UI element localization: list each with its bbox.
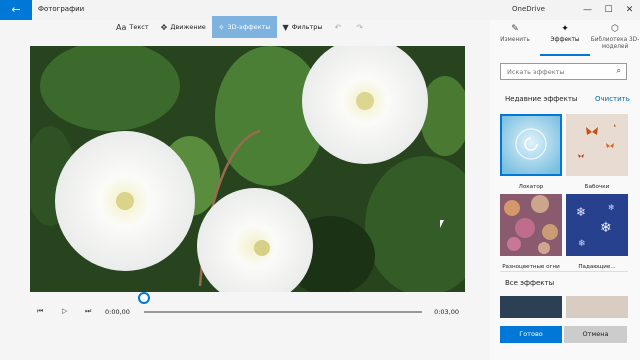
tab-edit[interactable]: ✎ Изменить	[490, 20, 540, 56]
timeline-scrubber[interactable]	[138, 292, 150, 304]
tab-3d-library-label: Библиотека 3D-моделей	[590, 37, 640, 50]
onedrive-title: OneDrive	[512, 5, 545, 13]
svg-text:❄: ❄	[608, 203, 615, 212]
effects-search-input[interactable]: Искать эффекты ⌕	[500, 63, 627, 80]
svg-text:❄: ❄	[576, 205, 586, 219]
text-button-label: Текст	[129, 23, 149, 31]
timeline-track[interactable]	[144, 311, 422, 313]
svg-text:❄: ❄	[578, 239, 586, 249]
all-effects-heading: Все эффекты	[505, 279, 555, 287]
tab-edit-label: Изменить	[500, 37, 530, 43]
effect-tile-locator[interactable]: Локатор	[500, 114, 562, 190]
text-button[interactable]: Aa Текст	[110, 16, 155, 38]
cancel-button[interactable]: Отмена	[564, 326, 627, 343]
effect-label: Локатор	[518, 184, 544, 190]
clear-recent-link[interactable]: Очистить	[595, 95, 630, 103]
pencil-icon: ✎	[511, 24, 519, 34]
recent-effects-heading: Недавние эффекты	[505, 95, 578, 103]
filters-button-label: Фильтры	[291, 23, 323, 31]
back-button[interactable]: ←	[0, 0, 32, 20]
playback-bar: ⏮ ▷ ⏭ 0:00,00 0:03,00	[30, 292, 465, 324]
panel-tabs: ✎ Изменить ✦ Эффекты ⬡ Библиотека 3D-мод…	[490, 20, 640, 56]
effect-label: Разноцветные огни	[502, 264, 560, 270]
effects-panel: ✎ Изменить ✦ Эффекты ⬡ Библиотека 3D-мод…	[490, 20, 640, 360]
minimize-button[interactable]: —	[577, 0, 598, 20]
maximize-button[interactable]: ☐	[598, 0, 619, 20]
filters-button[interactable]: ▼ Фильтры	[277, 16, 329, 38]
photo-canvas[interactable]	[30, 46, 465, 292]
effect-tile-butterflies[interactable]: Бабочки	[566, 114, 628, 190]
tab-effects-label: Эффекты	[550, 37, 580, 43]
arrow-left-icon: ←	[11, 3, 21, 16]
tab-effects[interactable]: ✦ Эффекты	[540, 20, 590, 56]
previous-button[interactable]: ⏮	[37, 307, 43, 316]
mouse-cursor	[440, 220, 444, 228]
done-button[interactable]: Готово	[500, 326, 562, 343]
section-divider	[500, 271, 628, 272]
butterflies-thumbnail	[566, 114, 628, 176]
search-placeholder: Искать эффекты	[507, 68, 565, 76]
sparkle-icon: ✦	[561, 24, 569, 34]
motion-icon: ✥	[160, 22, 168, 32]
falling-thumbnail: ❄ ❄ ❄ ❄	[566, 194, 628, 256]
close-button[interactable]: ✕	[619, 0, 640, 20]
effect-tile-partial-1[interactable]	[500, 296, 562, 318]
colored-lights-thumbnail	[500, 194, 562, 256]
search-icon[interactable]: ⌕	[617, 66, 621, 76]
sparkle-icon: ✧	[217, 22, 225, 32]
motion-button-label: Движение	[170, 23, 206, 31]
effect-label: Бабочки	[584, 184, 610, 190]
svg-text:❄: ❄	[600, 220, 612, 236]
locator-thumbnail	[500, 114, 562, 176]
photos-app-window: ← Фотографии OneDrive — ☐ ✕ Aa Текст ✥ Д…	[0, 0, 640, 360]
effect-tile-partial-2[interactable]	[566, 296, 628, 318]
text-icon: Aa	[116, 22, 127, 32]
total-time: 0:03,00	[434, 308, 459, 316]
undo-icon: ↶	[334, 22, 342, 32]
app-title: Фотографии	[38, 5, 85, 13]
flower-photo	[30, 46, 465, 292]
next-button[interactable]: ⏭	[85, 307, 91, 316]
effect-tile-colored-lights[interactable]: Разноцветные огни	[500, 194, 562, 270]
undo-button[interactable]: ↶	[329, 16, 351, 38]
filter-icon: ▼	[282, 22, 289, 32]
effect-label: Падающие...	[578, 264, 616, 270]
effects-3d-button-label: 3D-эффекты	[227, 23, 271, 31]
motion-button[interactable]: ✥ Движение	[155, 16, 212, 38]
effect-tile-falling[interactable]: ❄ ❄ ❄ ❄ Падающие...	[566, 194, 628, 270]
editor-toolbar: Aa Текст ✥ Движение ✧ 3D-эффекты ▼ Фильт…	[110, 16, 372, 38]
window-controls: — ☐ ✕	[577, 0, 640, 20]
play-button[interactable]: ▷	[62, 307, 67, 315]
tab-3d-library[interactable]: ⬡ Библиотека 3D-моделей	[590, 20, 640, 56]
cube-icon: ⬡	[611, 24, 619, 34]
redo-icon: ↷	[356, 22, 363, 32]
redo-button[interactable]: ↷	[350, 16, 372, 38]
current-time: 0:00,00	[105, 308, 130, 316]
effects-3d-button[interactable]: ✧ 3D-эффекты	[211, 16, 277, 38]
